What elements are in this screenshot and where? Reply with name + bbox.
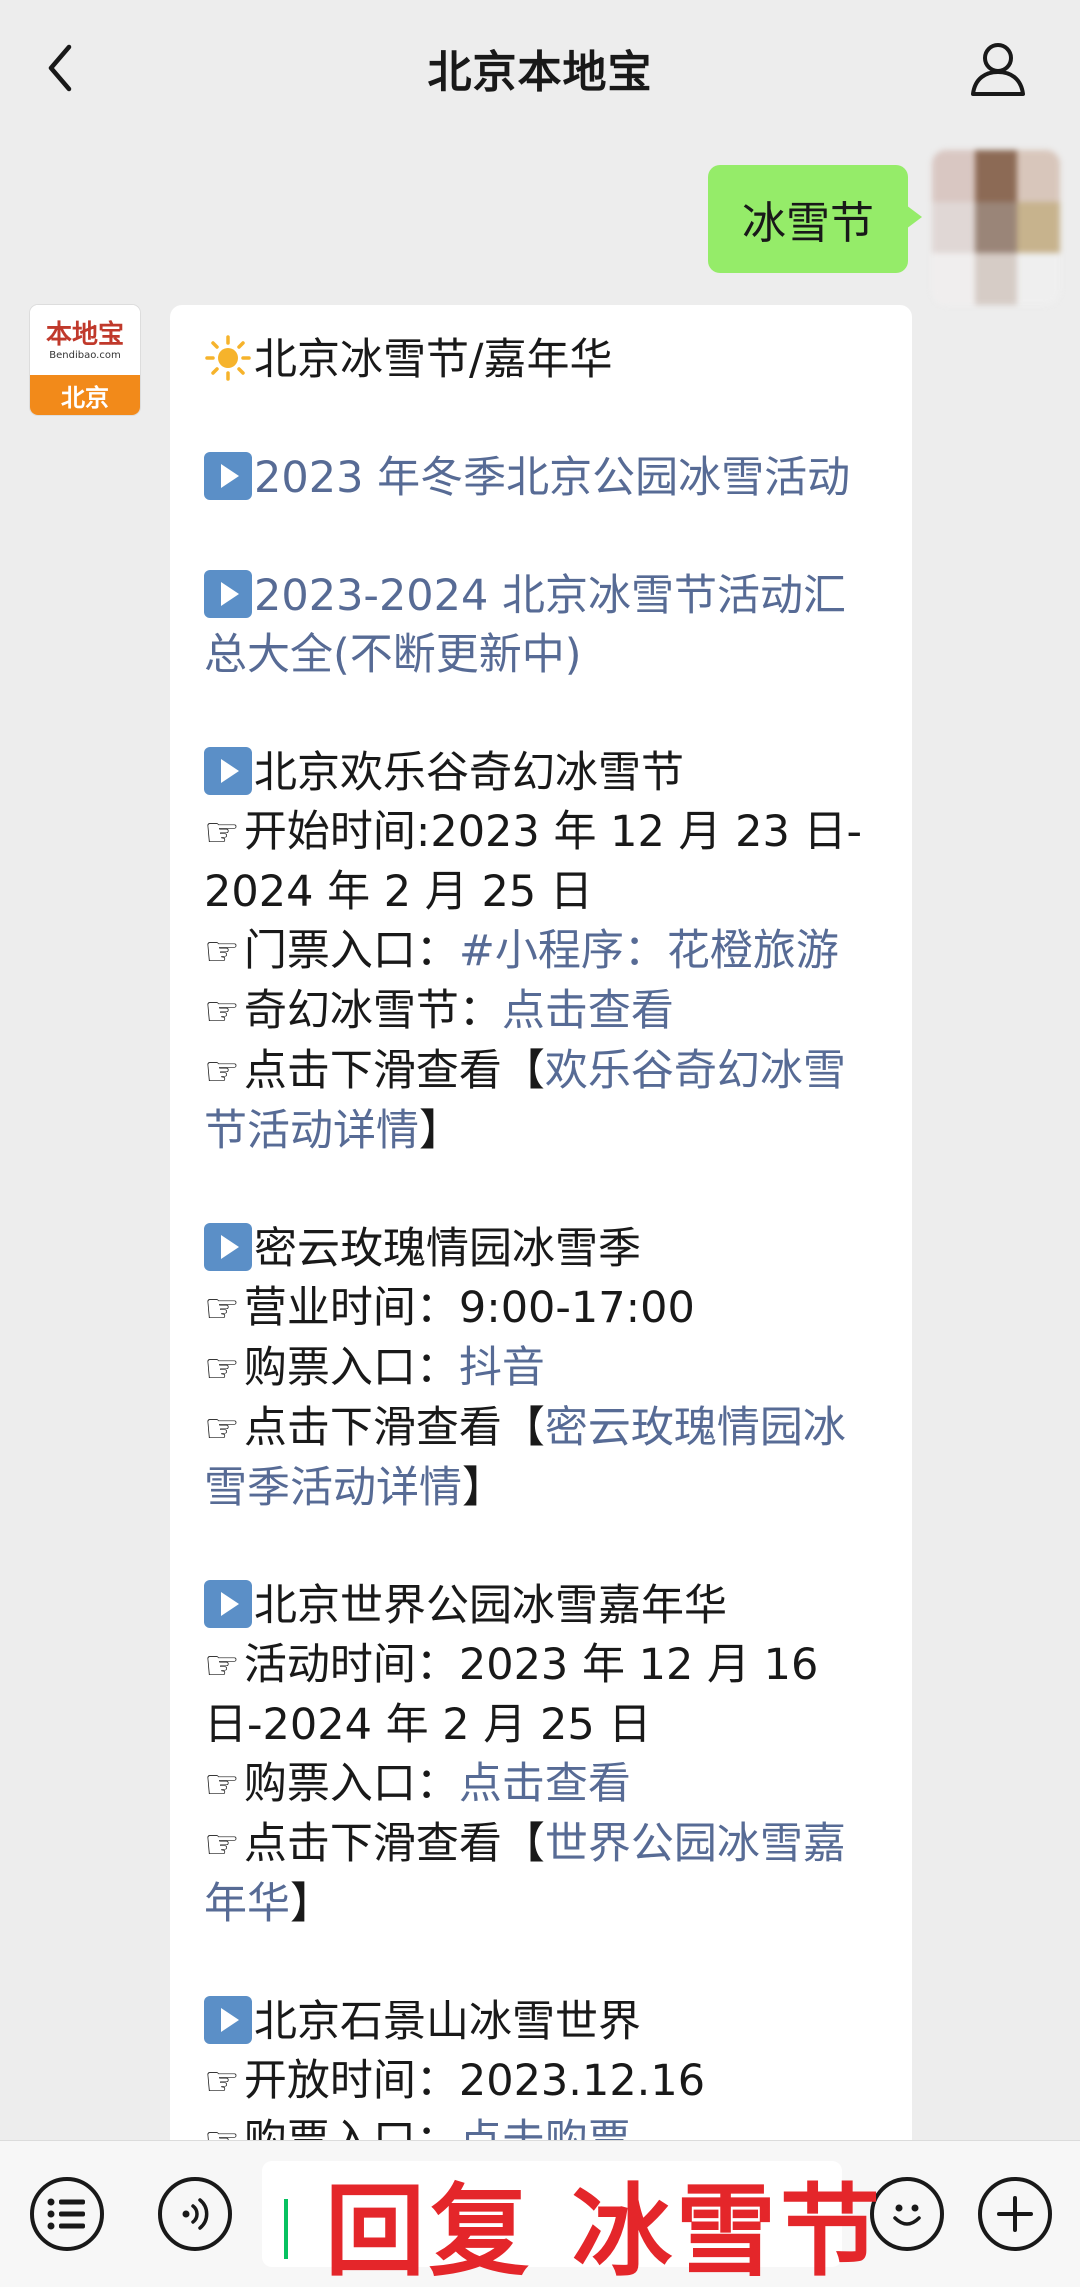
pointing-hand-icon: ☞ bbox=[204, 1406, 240, 1452]
section-name: 北京石景山冰雪世界 bbox=[254, 1997, 641, 2047]
magic-label: 奇幻冰雪节： bbox=[243, 986, 502, 1036]
section-hours: 营业时间：9:00-17:00 bbox=[243, 1283, 695, 1333]
plus-icon bbox=[997, 2196, 1033, 2232]
outgoing-message-row: 冰雪节 bbox=[708, 150, 1060, 305]
message-title-line: 北京冰雪节/嘉年华 bbox=[204, 331, 882, 390]
ticket-link[interactable]: 点击查看 bbox=[459, 1759, 631, 1809]
logo-city: 北京 bbox=[30, 375, 140, 415]
link-winter-park-activities[interactable]: 2023 年冬季北京公园冰雪活动 bbox=[254, 453, 850, 503]
pointing-hand-icon: ☞ bbox=[204, 989, 240, 1035]
my-avatar[interactable] bbox=[932, 150, 1060, 305]
pointing-hand-icon: ☞ bbox=[204, 1762, 240, 1808]
text-caret bbox=[284, 2199, 288, 2259]
reply-instruction-overlay: 回复 冰雪节 bbox=[325, 2173, 884, 2287]
section-name: 密云玫瑰情园冰雪季 bbox=[254, 1224, 641, 1274]
section-time: 开放时间：2023.12.16 bbox=[243, 2056, 706, 2106]
play-icon bbox=[204, 452, 252, 500]
play-icon bbox=[204, 1580, 252, 1628]
detail-prefix: 点击下滑查看【 bbox=[243, 1046, 545, 1096]
ticket-label: 门票入口： bbox=[243, 926, 459, 976]
detail-suffix: 】 bbox=[419, 1106, 462, 1156]
link-festival-collection[interactable]: 2023-2024 北京冰雪节活动汇总大全(不断更新中) bbox=[204, 571, 846, 680]
detail-suffix: 】 bbox=[290, 1879, 333, 1929]
voice-wave-icon bbox=[182, 2198, 209, 2230]
pointing-hand-icon: ☞ bbox=[204, 810, 240, 856]
voice-button[interactable] bbox=[158, 2177, 232, 2251]
back-button[interactable] bbox=[36, 38, 84, 98]
pointing-hand-icon: ☞ bbox=[204, 1049, 240, 1095]
incoming-bubble: 北京冰雪节/嘉年华 2023 年冬季北京公园冰雪活动 2023-2024 北京冰… bbox=[170, 305, 912, 2205]
outgoing-bubble[interactable]: 冰雪节 bbox=[708, 165, 922, 273]
list-icon bbox=[47, 2198, 85, 2230]
chat-header: 北京本地宝 bbox=[0, 0, 1080, 135]
section-time: 活动时间：2023 年 12 月 16 日-2024 年 2 月 25 日 bbox=[204, 1640, 819, 1750]
smiley-icon bbox=[893, 2204, 921, 2226]
ticket-label: 购票入口： bbox=[243, 1759, 459, 1809]
ticket-link[interactable]: #小程序：花橙旅游 bbox=[459, 926, 839, 976]
play-icon bbox=[204, 747, 252, 795]
detail-prefix: 点击下滑查看【 bbox=[243, 1403, 545, 1453]
chat-title: 北京本地宝 bbox=[427, 46, 653, 98]
logo-brand: 本地宝 bbox=[45, 319, 124, 350]
ticket-link[interactable]: 抖音 bbox=[459, 1343, 545, 1393]
person-icon bbox=[971, 43, 1025, 96]
outgoing-text: 冰雪节 bbox=[742, 198, 874, 249]
profile-button[interactable] bbox=[968, 38, 1028, 98]
play-icon bbox=[204, 1223, 252, 1271]
pointing-hand-icon: ☞ bbox=[204, 2059, 240, 2105]
pointing-hand-icon: ☞ bbox=[204, 929, 240, 975]
section-name: 北京欢乐谷奇幻冰雪节 bbox=[254, 748, 684, 798]
chevron-left-icon bbox=[48, 44, 72, 92]
detail-suffix: 】 bbox=[462, 1463, 505, 1513]
pointing-hand-icon: ☞ bbox=[204, 1346, 240, 1392]
ticket-label: 购票入口： bbox=[243, 1343, 459, 1393]
pointing-hand-icon: ☞ bbox=[204, 1643, 240, 1689]
view-link[interactable]: 点击查看 bbox=[502, 986, 674, 1036]
play-icon bbox=[204, 570, 252, 618]
sun-icon bbox=[205, 335, 251, 381]
pointing-hand-icon: ☞ bbox=[204, 1822, 240, 1868]
menu-button[interactable] bbox=[30, 2177, 104, 2251]
play-icon bbox=[204, 1996, 252, 2044]
detail-prefix: 点击下滑查看【 bbox=[243, 1819, 545, 1869]
pointing-hand-icon: ☞ bbox=[204, 1286, 240, 1332]
message-title: 北京冰雪节/嘉年华 bbox=[254, 335, 613, 385]
section-time: 开始时间:2023 年 12 月 23 日-2024 年 2 月 25 日 bbox=[204, 807, 863, 917]
section-name: 北京世界公园冰雪嘉年华 bbox=[254, 1581, 727, 1631]
logo-domain: Bendibao.com bbox=[49, 349, 121, 361]
more-button[interactable] bbox=[978, 2177, 1052, 2251]
official-account-avatar[interactable]: 本地宝 Bendibao.com 北京 bbox=[30, 305, 140, 415]
